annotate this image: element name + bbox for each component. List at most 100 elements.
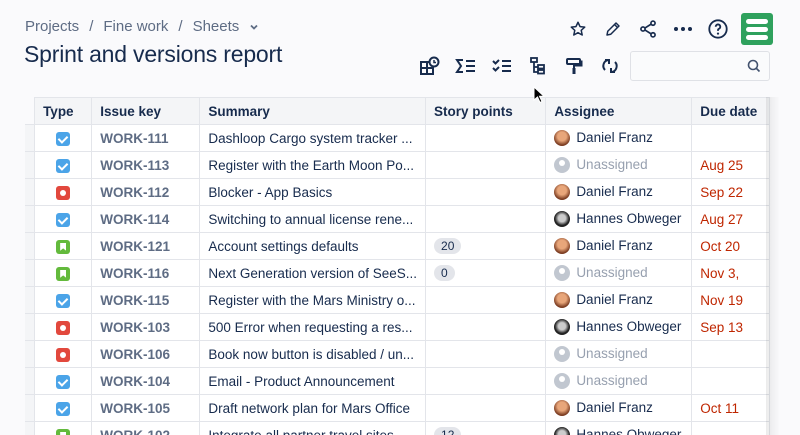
refresh-icon[interactable] bbox=[592, 52, 628, 80]
due-date-cell[interactable]: Oct 20 bbox=[691, 232, 770, 260]
type-cell[interactable] bbox=[34, 232, 93, 260]
summary-cell[interactable]: Blocker - App Basics bbox=[199, 178, 427, 206]
story-points-cell[interactable] bbox=[425, 313, 547, 341]
share-icon[interactable] bbox=[630, 14, 665, 44]
story-points-cell[interactable] bbox=[425, 178, 547, 206]
summary-cell[interactable]: Email - Product Announcement bbox=[199, 367, 427, 395]
issue-key[interactable]: WORK-106 bbox=[100, 347, 170, 362]
summary-cell[interactable]: Integrate all partner travel sites bbox=[199, 421, 427, 435]
column-summary[interactable]: Summary bbox=[199, 97, 427, 125]
assignee-cell[interactable]: Daniel Franz bbox=[545, 286, 693, 314]
due-date-cell[interactable]: Sep 13 bbox=[691, 313, 770, 341]
type-cell[interactable] bbox=[34, 205, 93, 233]
table-row[interactable]: WORK-116 Next Generation version of SeeS… bbox=[25, 259, 770, 287]
checklist-icon[interactable] bbox=[484, 52, 520, 80]
row-handle[interactable] bbox=[25, 151, 36, 179]
help-icon[interactable] bbox=[700, 14, 735, 44]
summary-cell[interactable]: Next Generation version of SeeS... bbox=[199, 259, 427, 287]
summary-cell[interactable]: Account settings defaults bbox=[199, 232, 427, 260]
type-cell[interactable] bbox=[34, 367, 93, 395]
issue-key[interactable]: WORK-121 bbox=[100, 239, 170, 254]
format-paint-icon[interactable] bbox=[556, 52, 592, 80]
assignee-cell[interactable]: Daniel Franz bbox=[545, 178, 693, 206]
summary-cell[interactable]: Register with the Earth Moon Po... bbox=[199, 151, 427, 179]
issue-key-cell[interactable]: WORK-104 bbox=[91, 367, 201, 395]
type-cell[interactable] bbox=[34, 151, 93, 179]
issue-key[interactable]: WORK-115 bbox=[100, 293, 169, 308]
issue-key-cell[interactable]: WORK-105 bbox=[91, 394, 201, 422]
type-cell[interactable] bbox=[34, 286, 93, 314]
hierarchy-icon[interactable] bbox=[520, 52, 556, 80]
due-date-cell[interactable]: Nov 3, bbox=[691, 259, 770, 287]
due-date-cell[interactable]: Aug 25 bbox=[691, 151, 770, 179]
issue-key-cell[interactable]: WORK-102 bbox=[91, 421, 201, 435]
row-handle[interactable] bbox=[25, 286, 36, 314]
issue-key-cell[interactable]: WORK-121 bbox=[91, 232, 201, 260]
table-row[interactable]: WORK-112 Blocker - App Basics Daniel Fra… bbox=[25, 178, 770, 206]
sum-icon[interactable] bbox=[448, 52, 484, 80]
issue-key-cell[interactable]: WORK-111 bbox=[91, 124, 201, 152]
issue-key-cell[interactable]: WORK-114 bbox=[91, 205, 201, 233]
issue-key[interactable]: WORK-104 bbox=[100, 374, 170, 389]
summary-cell[interactable]: Book now button is disabled / un... bbox=[199, 340, 427, 368]
story-points-cell[interactable]: 0 bbox=[425, 259, 547, 287]
assignee-cell[interactable]: Daniel Franz bbox=[545, 394, 693, 422]
assignee-cell[interactable]: Unassigned bbox=[545, 151, 693, 179]
issue-key-cell[interactable]: WORK-112 bbox=[91, 178, 201, 206]
issue-key-cell[interactable]: WORK-106 bbox=[91, 340, 201, 368]
column-assignee[interactable]: Assignee bbox=[545, 97, 693, 125]
table-row[interactable]: WORK-113 Register with the Earth Moon Po… bbox=[25, 151, 770, 179]
issue-key[interactable]: WORK-113 bbox=[100, 158, 169, 173]
issue-key[interactable]: WORK-116 bbox=[100, 266, 169, 281]
table-row[interactable]: WORK-114 Switching to annual license ren… bbox=[25, 205, 770, 233]
assignee-cell[interactable]: Hannes Obweger bbox=[545, 421, 693, 435]
type-cell[interactable] bbox=[34, 178, 93, 206]
assignee-cell[interactable]: Unassigned bbox=[545, 259, 693, 287]
issue-key[interactable]: WORK-114 bbox=[100, 212, 169, 227]
summary-cell[interactable]: Dashloop Cargo system tracker ... bbox=[199, 124, 427, 152]
row-handle[interactable] bbox=[25, 394, 36, 422]
pencil-icon[interactable] bbox=[595, 14, 630, 44]
app-logo[interactable] bbox=[741, 13, 773, 45]
table-row[interactable]: WORK-104 Email - Product Announcement Un… bbox=[25, 367, 770, 395]
issue-key-cell[interactable]: WORK-103 bbox=[91, 313, 201, 341]
column-story-points[interactable]: Story points bbox=[425, 97, 547, 125]
type-cell[interactable] bbox=[34, 421, 93, 435]
summary-cell[interactable]: Switching to annual license rene... bbox=[199, 205, 427, 233]
summary-cell[interactable]: Register with the Mars Ministry o... bbox=[199, 286, 427, 314]
table-row[interactable]: WORK-105 Draft network plan for Mars Off… bbox=[25, 394, 770, 422]
report-settings-icon[interactable] bbox=[412, 52, 448, 80]
story-points-cell[interactable] bbox=[425, 340, 547, 368]
column-due-date[interactable]: Due date bbox=[691, 97, 770, 125]
summary-cell[interactable]: 500 Error when requesting a res... bbox=[199, 313, 427, 341]
row-handle[interactable] bbox=[25, 232, 36, 260]
row-handle[interactable] bbox=[25, 340, 36, 368]
due-date-cell[interactable] bbox=[691, 340, 770, 368]
table-row[interactable]: WORK-121 Account settings defaults 20 Da… bbox=[25, 232, 770, 260]
due-date-cell[interactable]: Aug 27 bbox=[691, 205, 770, 233]
row-handle[interactable] bbox=[25, 367, 36, 395]
breadcrumb-projects[interactable]: Projects bbox=[25, 18, 79, 35]
due-date-cell[interactable] bbox=[691, 124, 770, 152]
assignee-cell[interactable]: Unassigned bbox=[545, 340, 693, 368]
type-cell[interactable] bbox=[34, 313, 93, 341]
issue-key[interactable]: WORK-103 bbox=[100, 320, 170, 335]
due-date-cell[interactable]: Oct 11 bbox=[691, 394, 770, 422]
row-handle[interactable] bbox=[25, 124, 36, 152]
type-cell[interactable] bbox=[34, 259, 93, 287]
column-type[interactable]: Type bbox=[34, 97, 93, 125]
issue-key[interactable]: WORK-111 bbox=[100, 131, 168, 146]
issue-key-cell[interactable]: WORK-115 bbox=[91, 286, 201, 314]
row-handle[interactable] bbox=[25, 205, 36, 233]
story-points-cell[interactable] bbox=[425, 124, 547, 152]
summary-cell[interactable]: Draft network plan for Mars Office bbox=[199, 394, 427, 422]
story-points-cell[interactable] bbox=[425, 151, 547, 179]
issue-key[interactable]: WORK-105 bbox=[100, 401, 170, 416]
table-row[interactable]: WORK-102 Integrate all partner travel si… bbox=[25, 421, 770, 435]
chevron-down-icon[interactable] bbox=[249, 22, 259, 32]
table-row[interactable]: WORK-115 Register with the Mars Ministry… bbox=[25, 286, 770, 314]
breadcrumb-sheets[interactable]: Sheets bbox=[193, 18, 240, 35]
row-handle[interactable] bbox=[25, 421, 36, 435]
row-handle[interactable] bbox=[25, 313, 36, 341]
assignee-cell[interactable]: Unassigned bbox=[545, 367, 693, 395]
